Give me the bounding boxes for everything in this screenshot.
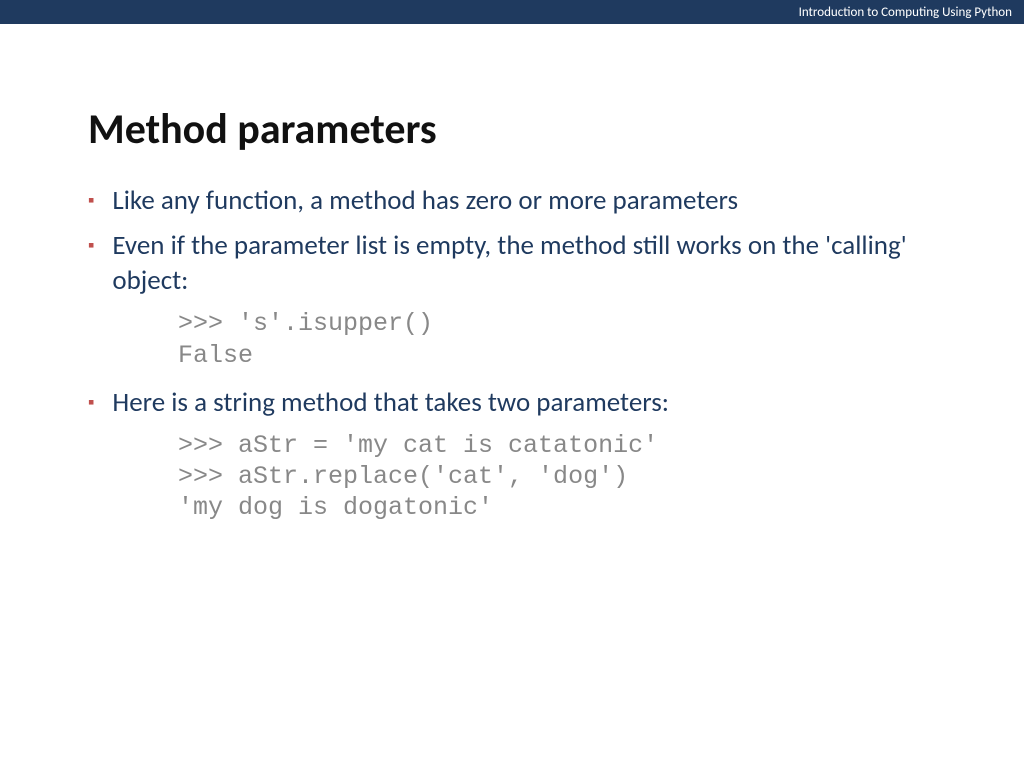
bullet-text: Like any function, a method has zero or … [112,183,738,218]
course-title: Introduction to Computing Using Python [799,5,1012,20]
bullet-text: Here is a string method that takes two p… [112,385,669,420]
bullet-item: ▪ Here is a string method that takes two… [88,385,936,420]
bullet-list: ▪ Here is a string method that takes two… [88,385,936,420]
slide-content: Method parameters ▪ Like any function, a… [0,24,1024,524]
bullet-marker-icon: ▪ [88,391,94,413]
slide-title: Method parameters [88,104,936,155]
code-block: >>> aStr = 'my cat is catatonic' >>> aSt… [178,430,936,524]
bullet-marker-icon: ▪ [88,189,94,211]
code-block: >>> 's'.isupper() False [178,308,936,371]
header-bar: Introduction to Computing Using Python [0,0,1024,24]
bullet-marker-icon: ▪ [88,234,94,256]
bullet-list: ▪ Like any function, a method has zero o… [88,183,936,298]
bullet-item: ▪ Like any function, a method has zero o… [88,183,936,218]
bullet-text: Even if the parameter list is empty, the… [112,228,936,298]
bullet-item: ▪ Even if the parameter list is empty, t… [88,228,936,298]
